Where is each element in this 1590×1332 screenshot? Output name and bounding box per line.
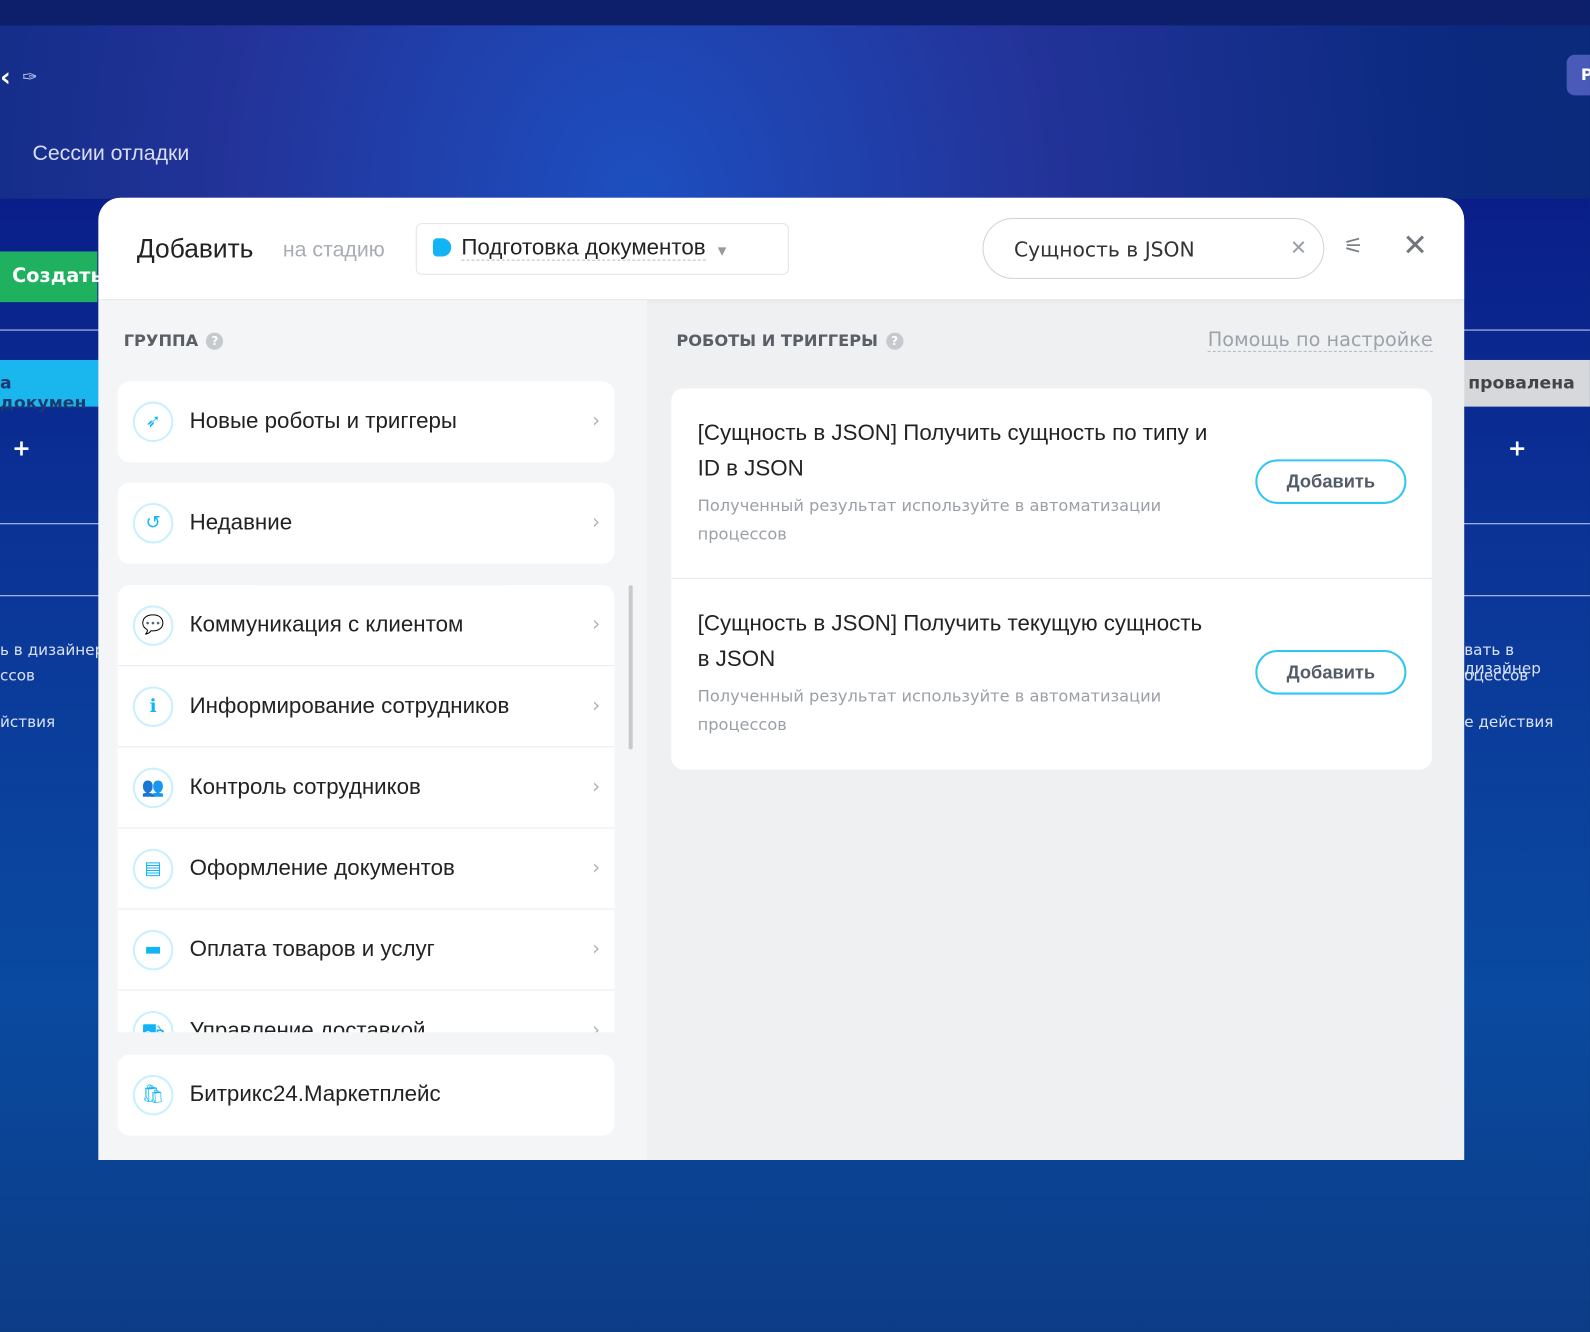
group-label: Оформление документов [189, 854, 455, 881]
group-label: Новые роботы и триггеры [189, 407, 457, 433]
scrollbar[interactable] [628, 585, 633, 750]
bg-text: е действия [1464, 712, 1554, 732]
add-robot-button[interactable]: Добавить [1255, 649, 1407, 695]
stage-column-left[interactable]: а докумен [0, 359, 102, 414]
stage-select[interactable]: Подготовка документов ▼ [415, 223, 789, 275]
bg-text: оцессов [1464, 666, 1529, 685]
add-robot-dialog: Добавить на стадию Подготовка документов… [98, 197, 1465, 1161]
add-robot-button[interactable]: Добавить [1255, 459, 1407, 504]
top-right-button[interactable]: Р [1566, 54, 1590, 96]
group-header: ГРУППА? [124, 331, 224, 350]
search-value: Сущность в JSON [1014, 237, 1195, 262]
group-label: Недавние [189, 509, 293, 535]
chevron-right-icon: › [592, 509, 601, 534]
group-item[interactable]: ⛟ Управление доставкой › [118, 991, 615, 1033]
robot-description: Полученный результат используйте в автом… [697, 495, 1162, 544]
chevron-right-icon: › [592, 407, 601, 432]
group-label: Коммуникация с клиентом [189, 611, 464, 637]
chevron-right-icon: › [592, 854, 601, 880]
robot-title: [Сущность в JSON] Получить сущность по т… [697, 419, 1208, 481]
bg-text: ь в дизайнере [0, 640, 114, 660]
top-bar [0, 0, 1590, 26]
robots-header-label: РОБОТЫ И ТРИГГЕРЫ [676, 330, 878, 350]
stage-select-label: Подготовка документов [461, 234, 706, 261]
add-icon[interactable]: + [1508, 436, 1527, 461]
chevron-down-icon: ▼ [717, 244, 727, 258]
wallet-icon: ▬ [132, 929, 174, 971]
robots-panel: РОБОТЫ И ТРИГГЕРЫ? Помощь по настройке [… [647, 300, 1464, 1160]
group-item[interactable]: ▤ Оформление документов › [117, 828, 615, 910]
history-icon: ↺ [132, 502, 174, 544]
dialog-header: Добавить на стадию Подготовка документов… [98, 197, 1465, 301]
group-new[interactable]: ➶ Новые роботы и триггеры › [117, 381, 615, 463]
group-item[interactable]: ▬ Оплата товаров и услуг › [117, 910, 615, 991]
info-icon: ℹ [132, 686, 174, 728]
group-panel: ГРУППА? ➶ Новые роботы и триггеры › ↺ Недав… [98, 300, 647, 1161]
search-input[interactable]: Сущность в JSON ✕ [982, 218, 1325, 279]
truck-icon: ⛟ [132, 1010, 174, 1033]
page-title[interactable]: Сессии отладки [32, 142, 189, 166]
stage: ‹ ✑ Сессии отладки Р Создать а докумен п… [0, 0, 1590, 1332]
create-button[interactable]: Создать [0, 251, 103, 303]
robots-list: [Сущность в JSON] Получить сущность по т… [671, 388, 1432, 770]
pin-icon[interactable]: ✑ [22, 67, 37, 88]
dialog-subtitle: на стадию [282, 238, 385, 262]
group-item[interactable]: ℹ Информирование сотрудников › [117, 666, 615, 748]
group-label: Оплата товаров и услуг [189, 935, 435, 962]
chevron-right-icon: › [592, 692, 601, 717]
group-label: Управление доставкой [189, 1017, 426, 1033]
group-label: Контроль сотрудников [189, 773, 421, 800]
bg-text: ссов [0, 666, 35, 685]
group-marketplace[interactable]: 🛍 Битрикс24.Маркетплейс [117, 1054, 615, 1136]
group-label: Информирование сотрудников [189, 692, 510, 718]
robot-item: [Сущность в JSON] Получить сущность по т… [671, 388, 1432, 579]
users-icon: 👥 [132, 767, 174, 809]
group-list: 💬 Коммуникация с клиентом › ℹ Информировани… [117, 585, 615, 1033]
group-header-label: ГРУППА [123, 330, 199, 350]
chevron-right-icon: › [592, 1017, 601, 1033]
robot-item: [Сущность в JSON] Получить текущую сущно… [671, 579, 1432, 770]
marketplace-icon: 🛍 [132, 1074, 174, 1116]
filter-icon[interactable]: ⚟ [1344, 234, 1364, 259]
help-icon[interactable]: ? [886, 332, 904, 350]
group-item[interactable]: 💬 Коммуникация с клиентом › [117, 585, 615, 667]
help-link[interactable]: Помощь по настройке [1207, 329, 1433, 352]
dialog-title: Добавить [136, 233, 254, 264]
chevron-right-icon: › [592, 611, 601, 636]
bg-text: йствия [0, 712, 56, 732]
chat-icon: 💬 [132, 605, 174, 646]
help-icon[interactable]: ? [206, 332, 224, 350]
robots-header: РОБОТЫ И ТРИГГЕРЫ? [676, 330, 904, 350]
add-icon[interactable]: + [12, 436, 31, 461]
robot-title: [Сущность в JSON] Получить текущую сущно… [697, 610, 1203, 672]
stage-color-icon [432, 238, 452, 257]
stage-column-right[interactable]: провалена [1460, 359, 1590, 407]
document-icon: ▤ [132, 848, 174, 890]
clear-icon[interactable]: ✕ [1290, 235, 1307, 259]
chevron-right-icon: › [592, 935, 601, 961]
group-item[interactable]: 👥 Контроль сотрудников › [117, 747, 615, 829]
back-icon[interactable]: ‹ [0, 63, 11, 93]
group-recent[interactable]: ↺ Недавние › [117, 482, 615, 564]
close-icon[interactable]: ✕ [1402, 228, 1427, 263]
robot-description: Полученный результат используйте в автом… [697, 686, 1162, 735]
group-label: Битрикс24.Маркетплейс [189, 1080, 441, 1107]
chevron-right-icon: › [592, 773, 601, 799]
rocket-icon: ➶ [132, 401, 174, 443]
